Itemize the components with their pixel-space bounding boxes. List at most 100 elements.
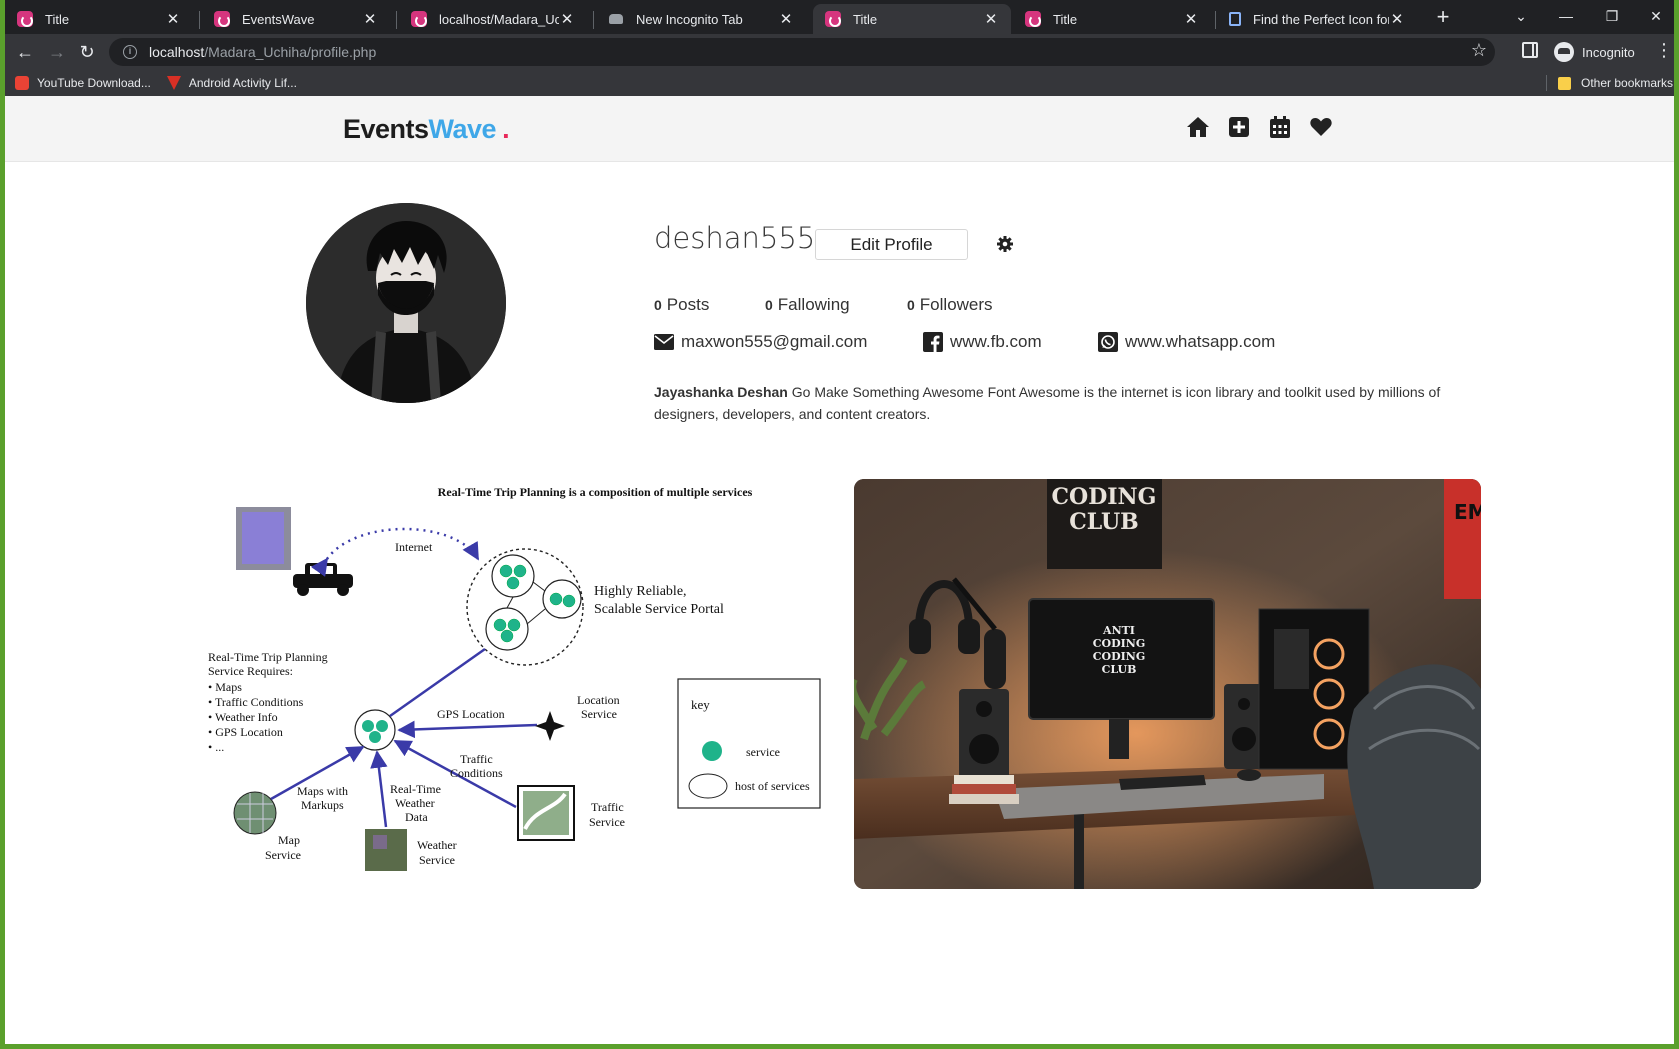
close-icon[interactable]: ✕ (983, 10, 999, 28)
other-bookmarks-label: Other bookmarks (1581, 76, 1674, 90)
diagram-map-service-label: Map (278, 833, 300, 847)
bookmark-star-icon[interactable]: ☆ (1471, 40, 1487, 61)
post-image-diagram[interactable]: Real-Time Trip Planning is a composition… (205, 479, 830, 874)
bookmark-label: Android Activity Lif... (188, 76, 297, 90)
close-icon[interactable]: ✕ (362, 10, 378, 28)
browser-toolbar: ← → ↻ i localhost/Madara_Uchiha/profile.… (5, 34, 1674, 70)
posts-count: 0 (654, 297, 662, 313)
menu-icon[interactable]: ⋮ (1655, 40, 1673, 61)
forward-button[interactable]: → (45, 40, 69, 64)
tab-2[interactable]: EventsWave ✕ (202, 4, 390, 34)
close-icon[interactable]: ✕ (559, 10, 575, 28)
tab-search-button[interactable]: ⌄ (1498, 2, 1544, 30)
post-image-desk-setup[interactable]: CODING CLUB EM ANTI CODING CODING CLUB (854, 479, 1481, 889)
tab-separator (396, 11, 397, 29)
add-square-icon[interactable] (1226, 114, 1252, 140)
tab-title: Find the Perfect Icon for Y (1253, 11, 1389, 27)
diagram-req-line: • Weather Info (208, 710, 278, 724)
diagram-maps-label: Maps with (297, 784, 348, 798)
other-bookmarks[interactable]: Other bookmarks (1558, 70, 1673, 96)
diagram-weather-service-label: Weather (417, 838, 457, 852)
tab-separator (1215, 11, 1216, 29)
gear-icon[interactable] (996, 235, 1014, 253)
followers-count: 0 (907, 297, 915, 313)
bookmark-android-activity[interactable]: Android Activity Lif... (166, 76, 297, 90)
incognito-icon (1554, 42, 1574, 62)
bookmark-separator (1546, 75, 1547, 91)
heart-icon[interactable] (1308, 114, 1334, 140)
url-host: localhost (149, 44, 205, 60)
tab-5-active[interactable]: Title ✕ (813, 4, 1011, 34)
stat-following[interactable]: 0 Fallowing (765, 295, 850, 315)
tab-title: Title (1053, 11, 1078, 27)
profile-label: Incognito (1582, 44, 1635, 60)
calendar-icon[interactable] (1267, 114, 1293, 140)
edit-profile-button[interactable]: Edit Profile (815, 229, 968, 260)
facebook-text: www.fb.com (950, 332, 1042, 351)
page-content: EventsWave. deshan555 Edit Profile 0 Pos… (5, 96, 1674, 1044)
app-icon (17, 11, 33, 27)
diagram-portal-line1: Highly Reliable, (594, 584, 687, 599)
posts-label: Posts (666, 295, 710, 314)
bookmark-label: YouTube Download... (37, 76, 151, 90)
stat-followers[interactable]: 0 Followers (907, 295, 993, 315)
profile-bio: Jayashanka Deshan Go Make Something Awes… (654, 381, 1444, 425)
address-bar[interactable]: i localhost/Madara_Uchiha/profile.php ☆ (109, 38, 1495, 66)
avatar[interactable] (306, 203, 506, 403)
diagram-traffic-cond-label: Conditions (450, 766, 503, 780)
monitor-text: CLUB (1102, 663, 1137, 676)
back-button[interactable]: ← (13, 40, 37, 64)
site-logo[interactable]: EventsWave. (343, 114, 510, 145)
app-icon (411, 11, 427, 27)
side-panel-icon[interactable] (1522, 42, 1538, 58)
diagram-location-label: Location (577, 693, 620, 707)
tab-4[interactable]: New Incognito Tab ✕ (596, 4, 806, 34)
incognito-profile[interactable]: Incognito (1554, 38, 1635, 66)
tab-7[interactable]: Find the Perfect Icon for Y ✕ (1217, 4, 1417, 34)
tab-separator (593, 11, 594, 29)
reload-button[interactable]: ↻ (75, 40, 99, 64)
tab-3[interactable]: localhost/Madara_Uchiha ✕ (399, 4, 587, 34)
incognito-icon (608, 11, 624, 27)
contact-facebook[interactable]: www.fb.com (923, 332, 1042, 352)
contact-whatsapp[interactable]: www.whatsapp.com (1098, 332, 1275, 352)
poster-right-text: EM (1454, 500, 1481, 524)
site-info-icon[interactable]: i (123, 45, 137, 59)
bookmark-youtube-downloader[interactable]: YouTube Download... (15, 76, 151, 90)
diagram-req-line: Service Requires: (208, 664, 293, 678)
diagram-internet-label: Internet (395, 540, 433, 554)
app-icon (825, 11, 841, 27)
flag-icon (1229, 12, 1241, 26)
diagram-traffic-service-label: Service (589, 815, 625, 829)
bookmarks-bar: YouTube Download... Android Activity Lif… (5, 70, 1674, 96)
tab-title: EventsWave (242, 11, 315, 27)
restore-button[interactable]: ❐ (1589, 2, 1635, 30)
diagram-key-host: host of services (735, 779, 810, 793)
diagram-weather-data-label: Data (405, 810, 428, 824)
close-window-button[interactable]: ✕ (1633, 2, 1679, 30)
profile-username: deshan555 (654, 221, 816, 255)
whatsapp-icon (1098, 332, 1118, 352)
facebook-icon (923, 332, 943, 352)
app-icon (214, 11, 230, 27)
close-icon[interactable]: ✕ (1389, 10, 1405, 28)
whatsapp-text: www.whatsapp.com (1125, 332, 1276, 351)
home-icon[interactable] (1185, 114, 1211, 140)
site-navbar: EventsWave. (5, 96, 1674, 162)
tab-title: New Incognito Tab (636, 11, 743, 27)
diagram-traffic-cond-label: Traffic (460, 752, 493, 766)
contact-email[interactable]: maxwon555@gmail.com (654, 332, 867, 352)
new-tab-button[interactable]: + (1429, 4, 1457, 32)
logo-text-accent: Wave (428, 114, 497, 144)
close-icon[interactable]: ✕ (778, 10, 794, 28)
minimize-button[interactable]: — (1543, 2, 1589, 30)
tab-1[interactable]: Title ✕ (5, 4, 193, 34)
close-icon[interactable]: ✕ (1183, 10, 1199, 28)
diagram-weather-service-label: Service (419, 853, 455, 867)
tab-6[interactable]: Title ✕ (1013, 4, 1211, 34)
diagram-weather-data-label: Real-Time (390, 782, 441, 796)
close-icon[interactable]: ✕ (165, 10, 181, 28)
monitor-text: ANTI (1102, 624, 1135, 637)
stat-posts[interactable]: 0 Posts (654, 295, 709, 315)
bio-name: Jayashanka Deshan (654, 384, 788, 400)
